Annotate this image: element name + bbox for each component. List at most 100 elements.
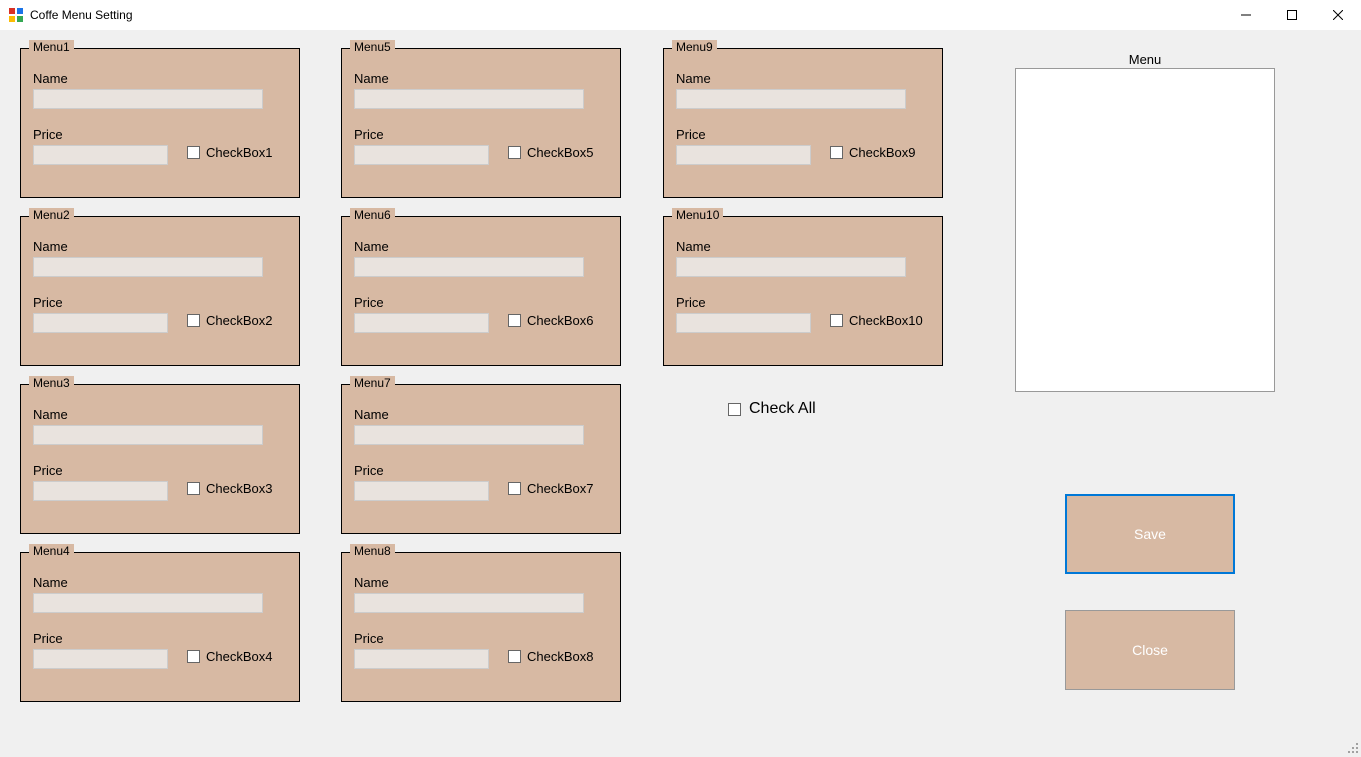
name-input[interactable] (354, 593, 584, 613)
price-input[interactable] (354, 145, 489, 165)
checkbox-8[interactable]: CheckBox8 (508, 649, 593, 664)
groupbox-legend: Menu1 (29, 40, 74, 54)
name-label: Name (354, 71, 389, 86)
checkbox-2[interactable]: CheckBox2 (187, 313, 272, 328)
name-input[interactable] (676, 89, 906, 109)
menu-list-header: Menu (1015, 52, 1275, 67)
checkbox-label: CheckBox2 (206, 313, 272, 328)
checkbox-1[interactable]: CheckBox1 (187, 145, 272, 160)
groupbox-legend: Menu6 (350, 208, 395, 222)
checkbox-label: CheckBox7 (527, 481, 593, 496)
checkbox-label: CheckBox1 (206, 145, 272, 160)
checkbox-label: CheckBox8 (527, 649, 593, 664)
price-label: Price (676, 295, 706, 310)
menu-groupbox-2: Menu2NamePriceCheckBox2 (20, 216, 300, 366)
check-all-checkbox[interactable]: Check All (728, 400, 816, 418)
checkbox-icon (508, 146, 521, 159)
groupbox-legend: Menu10 (672, 208, 723, 222)
name-label: Name (354, 575, 389, 590)
checkbox-9[interactable]: CheckBox9 (830, 145, 915, 160)
checkbox-label: CheckBox10 (849, 313, 923, 328)
client-area: Check All Menu Save Close Menu1 Name Price… (0, 30, 1361, 756)
checkbox-label: CheckBox3 (206, 481, 272, 496)
checkbox-icon (187, 650, 200, 663)
price-input[interactable] (354, 481, 489, 501)
checkbox-icon (830, 314, 843, 327)
menu-groupbox-9: Menu9NamePriceCheckBox9 (663, 48, 943, 198)
name-label: Name (33, 239, 68, 254)
price-input[interactable] (354, 649, 489, 669)
checkbox-label: CheckBox6 (527, 313, 593, 328)
name-label: Name (33, 407, 68, 422)
name-label: Name (33, 575, 68, 590)
price-input[interactable] (676, 313, 811, 333)
price-input[interactable] (33, 481, 168, 501)
name-input[interactable] (33, 89, 263, 109)
price-label: Price (354, 295, 384, 310)
groupbox-legend: Menu8 (350, 544, 395, 558)
price-label: Price (354, 127, 384, 142)
price-input[interactable] (33, 313, 168, 333)
checkbox-icon (508, 314, 521, 327)
name-label: Name (33, 71, 68, 86)
price-label: Price (33, 127, 63, 142)
price-label: Price (33, 295, 63, 310)
name-input[interactable] (354, 89, 584, 109)
checkbox-icon (508, 650, 521, 663)
price-label: Price (33, 463, 63, 478)
groupbox-legend: Menu9 (672, 40, 717, 54)
name-input[interactable] (676, 257, 906, 277)
price-label: Price (676, 127, 706, 142)
checkbox-4[interactable]: CheckBox4 (187, 649, 272, 664)
name-input[interactable] (33, 593, 263, 613)
resize-grip-icon[interactable] (1347, 742, 1359, 754)
checkbox-3[interactable]: CheckBox3 (187, 481, 272, 496)
menu-groupbox-8: Menu8NamePriceCheckBox8 (341, 552, 621, 702)
name-input[interactable] (354, 425, 584, 445)
checkbox-icon (728, 403, 741, 416)
checkbox-label: CheckBox5 (527, 145, 593, 160)
price-label: Price (354, 631, 384, 646)
checkbox-10[interactable]: CheckBox10 (830, 313, 923, 328)
groupbox-legend: Menu5 (350, 40, 395, 54)
groupbox-legend: Menu3 (29, 376, 74, 390)
titlebar: Coffe Menu Setting (0, 0, 1361, 30)
name-label: Name (354, 407, 389, 422)
checkbox-6[interactable]: CheckBox6 (508, 313, 593, 328)
price-label: Price (33, 631, 63, 646)
menu-groupbox-4: Menu4NamePriceCheckBox4 (20, 552, 300, 702)
menu-groupbox-5: Menu5NamePriceCheckBox5 (341, 48, 621, 198)
menu-listbox[interactable] (1015, 68, 1275, 392)
close-button-label: Close (1132, 642, 1168, 658)
checkbox-5[interactable]: CheckBox5 (508, 145, 593, 160)
close-button[interactable]: Close (1065, 610, 1235, 690)
name-input[interactable] (33, 425, 263, 445)
minimize-button[interactable] (1223, 0, 1269, 30)
menu-groupbox-6: Menu6NamePriceCheckBox6 (341, 216, 621, 366)
save-button[interactable]: Save (1065, 494, 1235, 574)
menu-groupbox-1: Menu1NamePriceCheckBox1 (20, 48, 300, 198)
price-input[interactable] (676, 145, 811, 165)
menu-groupbox-10: Menu10NamePriceCheckBox10 (663, 216, 943, 366)
groupbox-legend: Menu4 (29, 544, 74, 558)
check-all-label: Check All (749, 400, 816, 418)
name-input[interactable] (354, 257, 584, 277)
name-label: Name (676, 71, 711, 86)
menu-groupbox-3: Menu3NamePriceCheckBox3 (20, 384, 300, 534)
window-title: Coffe Menu Setting (30, 8, 133, 22)
checkbox-icon (508, 482, 521, 495)
maximize-button[interactable] (1269, 0, 1315, 30)
name-label: Name (676, 239, 711, 254)
price-input[interactable] (33, 145, 168, 165)
price-input[interactable] (33, 649, 168, 669)
price-input[interactable] (354, 313, 489, 333)
checkbox-label: CheckBox9 (849, 145, 915, 160)
checkbox-icon (187, 482, 200, 495)
menu-groupbox-7: Menu7NamePriceCheckBox7 (341, 384, 621, 534)
checkbox-label: CheckBox4 (206, 649, 272, 664)
close-window-button[interactable] (1315, 0, 1361, 30)
checkbox-7[interactable]: CheckBox7 (508, 481, 593, 496)
groupbox-legend: Menu2 (29, 208, 74, 222)
price-label: Price (354, 463, 384, 478)
name-input[interactable] (33, 257, 263, 277)
